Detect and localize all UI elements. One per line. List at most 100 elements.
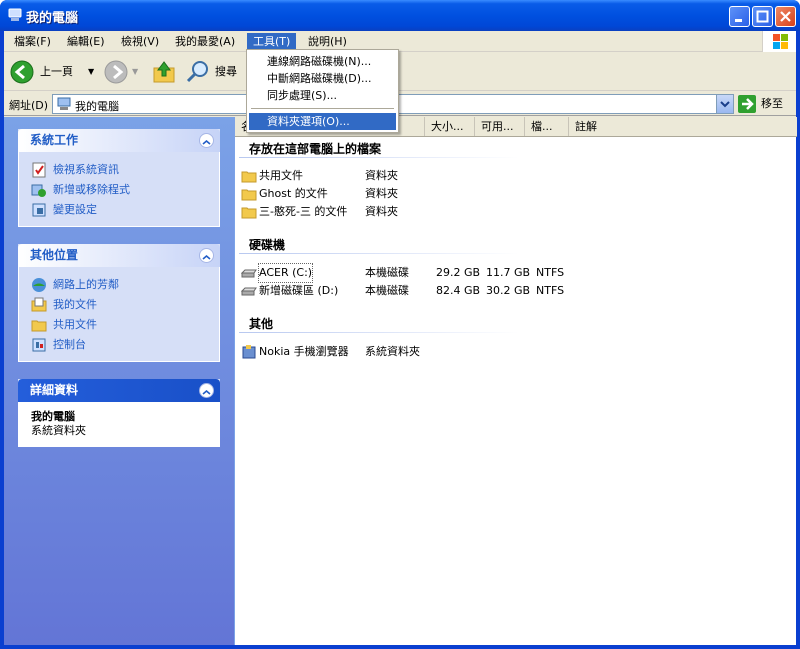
minimize-icon [735, 19, 742, 22]
back-button[interactable]: 上一頁 ▼ [10, 59, 100, 85]
system-tasks-title: 系統工作 [30, 133, 79, 147]
system-tasks-header[interactable]: 系統工作 [18, 129, 220, 152]
item-type: 資料夾 [365, 187, 398, 200]
menu-item-folder-options[interactable]: 資料夾選項(O)... [249, 113, 396, 130]
forward-button[interactable]: ▼ [104, 59, 140, 85]
item-free: 11.7 GB [486, 266, 531, 279]
item-type: 本機磁碟 [365, 284, 409, 297]
menu-item-synchronize[interactable]: 同步處理(S)... [249, 87, 396, 104]
folder-icon [241, 189, 257, 201]
place-label: 網路上的芳鄰 [53, 278, 119, 291]
address-label: 網址(D) [9, 99, 49, 112]
list-item[interactable]: ACER (C:) 本機磁碟 29.2 GB 11.7 GB NTFS [241, 263, 571, 283]
task-pane: 系統工作 檢視系統資訊 新增或移除程式 變更設定 其他位置 網路上的芳鄰 我的文… [4, 117, 234, 645]
other-places-body: 網路上的芳鄰 我的文件 共用文件 控制台 [18, 267, 220, 362]
task-add-remove-programs[interactable]: 新增或移除程式 [31, 180, 219, 200]
task-label: 檢視系統資訊 [53, 163, 119, 176]
window-content: 檔案(F) 編輯(E) 檢視(V) 我的最愛(A) 工具(T) 說明(H) 上一… [4, 31, 797, 645]
list-item[interactable]: Ghost 的文件 資料夾 [241, 185, 541, 203]
place-shared-documents[interactable]: 共用文件 [31, 315, 219, 335]
menu-tools[interactable]: 工具(T) [247, 33, 297, 50]
my-computer-small-icon [57, 97, 71, 110]
nokia-browser-icon [242, 345, 256, 359]
chevron-up-icon [202, 254, 211, 260]
column-filesystem[interactable]: 檔... [525, 117, 569, 136]
search-label: 搜尋 [215, 65, 237, 78]
item-type: 資料夾 [365, 169, 398, 182]
group-title-other: 其他 [249, 317, 274, 331]
details-type: 系統資料夾 [31, 424, 86, 437]
go-button[interactable]: 移至 [738, 95, 794, 113]
back-arrow-icon [10, 60, 34, 84]
go-label: 移至 [761, 97, 783, 110]
group-divider [239, 157, 519, 158]
add-remove-programs-icon [31, 184, 46, 197]
item-type: 系統資料夾 [365, 345, 420, 358]
menu-favorites[interactable]: 我的最愛(A) [169, 33, 241, 50]
up-folder-icon[interactable] [151, 59, 177, 85]
window-title: 我的電腦 [26, 11, 79, 26]
search-button[interactable]: 搜尋 [186, 59, 246, 85]
forward-dropdown-icon[interactable]: ▼ [132, 59, 138, 85]
item-name: Nokia 手機瀏覽器 [259, 345, 349, 358]
back-label: 上一頁 [40, 65, 73, 78]
close-button[interactable] [775, 6, 796, 27]
details-name: 我的電腦 [31, 410, 75, 423]
my-documents-icon [31, 297, 47, 312]
column-comment[interactable]: 註解 [569, 117, 797, 136]
tools-menu-dropdown: 連線網路磁碟機(N)... 中斷網路磁碟機(D)... 同步處理(S)... 資… [246, 49, 399, 133]
list-item[interactable]: 共用文件 資料夾 [241, 167, 541, 185]
collapse-chevron-icon[interactable] [199, 133, 214, 148]
details-header[interactable]: 詳細資料 [18, 379, 220, 402]
system-tasks-body: 檢視系統資訊 新增或移除程式 變更設定 [18, 152, 220, 227]
menu-item-disconnect-network-drive[interactable]: 中斷網路磁碟機(D)... [249, 70, 396, 87]
place-my-documents[interactable]: 我的文件 [31, 295, 219, 315]
other-places-header[interactable]: 其他位置 [18, 244, 220, 267]
details-title: 詳細資料 [30, 383, 79, 397]
minimize-button[interactable] [729, 6, 750, 27]
item-name: 三-憨死-三 的文件 [259, 205, 348, 218]
menu-edit[interactable]: 編輯(E) [61, 33, 111, 50]
collapse-chevron-icon[interactable] [199, 248, 214, 263]
go-arrow-icon [738, 95, 756, 113]
menu-item-map-network-drive[interactable]: 連線網路磁碟機(N)... [249, 53, 396, 70]
list-item[interactable]: Nokia 手機瀏覽器 系統資料夾 [241, 343, 541, 361]
my-computer-icon [8, 8, 22, 21]
task-label: 變更設定 [53, 203, 97, 216]
menu-file[interactable]: 檔案(F) [8, 33, 57, 50]
chevron-up-icon [202, 389, 211, 395]
other-places-panel: 其他位置 網路上的芳鄰 我的文件 共用文件 控制台 [18, 244, 220, 362]
window: 我的電腦 檔案(F) 編輯(E) 檢視(V) 我的最愛(A) 工具(T) 說明(… [0, 0, 800, 649]
group-title-files: 存放在這部電腦上的檔案 [249, 142, 382, 156]
task-view-system-info[interactable]: 檢視系統資訊 [31, 160, 219, 180]
folder-icon [241, 207, 257, 219]
windows-flag-icon [773, 34, 788, 49]
chevron-up-icon [202, 139, 211, 145]
item-name: ACER (C:) [257, 263, 314, 283]
maximize-icon [756, 10, 769, 23]
item-name: 新增磁碟區 (D:) [259, 284, 339, 297]
column-free[interactable]: 可用... [475, 117, 525, 136]
details-panel: 詳細資料 我的電腦 系統資料夾 [18, 379, 220, 447]
menu-view[interactable]: 檢視(V) [115, 33, 165, 50]
menu-help[interactable]: 說明(H) [302, 33, 353, 50]
task-change-settings[interactable]: 變更設定 [31, 200, 219, 220]
title-bar[interactable]: 我的電腦 [0, 0, 800, 31]
list-item[interactable]: 新增磁碟區 (D:) 本機磁碟 82.4 GB 30.2 GB NTFS [241, 282, 571, 300]
address-value: 我的電腦 [75, 100, 119, 113]
file-list-pane[interactable]: 名 大小... 可用... 檔... 註解 存放在這部電腦上的檔案 共用文件 資… [234, 117, 797, 645]
system-tasks-panel: 系統工作 檢視系統資訊 新增或移除程式 變更設定 [18, 129, 220, 227]
menu-separator [251, 108, 394, 109]
place-network[interactable]: 網路上的芳鄰 [31, 275, 219, 295]
column-size[interactable]: 大小... [425, 117, 475, 136]
item-size: 82.4 GB [436, 284, 481, 297]
back-dropdown-icon[interactable]: ▼ [88, 59, 94, 85]
maximize-button[interactable] [752, 6, 773, 27]
place-label: 控制台 [53, 338, 86, 351]
item-type: 資料夾 [365, 205, 398, 218]
list-item[interactable]: 三-憨死-三 的文件 資料夾 [241, 203, 541, 221]
item-filesystem: NTFS [536, 284, 565, 297]
collapse-chevron-icon[interactable] [199, 383, 214, 398]
address-dropdown-button[interactable] [716, 95, 733, 113]
place-control-panel[interactable]: 控制台 [31, 335, 219, 355]
